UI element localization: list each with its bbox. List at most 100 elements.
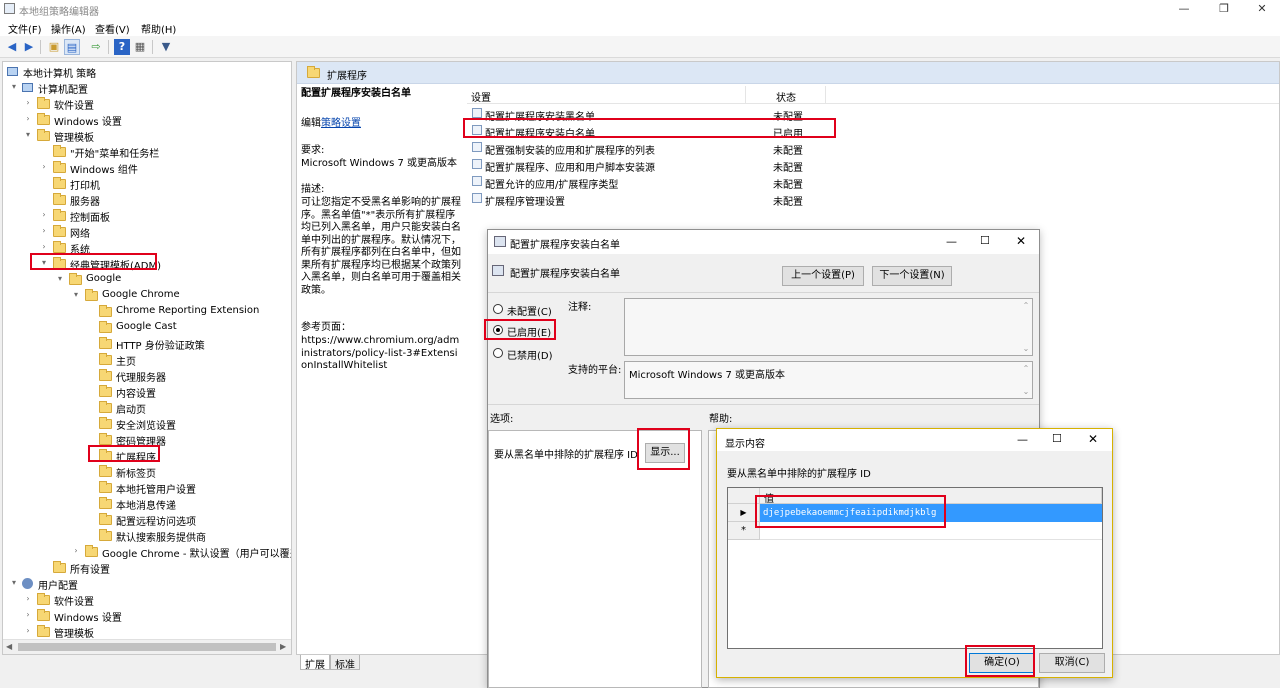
description-label: 描述:: [301, 184, 325, 195]
radio-enabled[interactable]: [493, 325, 503, 335]
up-folder-icon[interactable]: ▣: [46, 39, 62, 55]
folder-icon: [53, 241, 66, 253]
cancel-button[interactable]: 取消(C): [1039, 653, 1105, 673]
setting-row[interactable]: 配置扩展程序安装黑名单 未配置: [467, 105, 1279, 123]
comment-textarea[interactable]: ⌃ ⌄: [624, 298, 1033, 356]
folder-icon: [99, 305, 112, 317]
menu-view[interactable]: 查看(V): [95, 21, 130, 36]
minimize-icon[interactable]: —: [1017, 433, 1028, 446]
option-text: 要从黑名单中排除的扩展程序 ID: [494, 450, 638, 461]
tab-extended[interactable]: 扩展: [300, 655, 330, 671]
folder-icon: [37, 593, 50, 605]
policy-setting-icon: [472, 159, 482, 169]
export-list-icon[interactable]: ⇨: [88, 39, 104, 55]
reference-label: 参考页面：: [301, 322, 351, 333]
tree-horizontal-scrollbar[interactable]: ◀ ▶: [3, 639, 291, 654]
list-header: 设置 状态: [467, 86, 1279, 104]
chevron-down-icon[interactable]: ▾: [23, 130, 33, 139]
menu-file[interactable]: 文件(F): [8, 21, 42, 36]
close-icon[interactable]: ✕: [1016, 234, 1026, 248]
chevron-right-icon[interactable]: ›: [39, 210, 49, 219]
maximize-icon[interactable]: ☐: [980, 234, 990, 247]
folder-icon: [99, 369, 112, 381]
chevron-right-icon[interactable]: ›: [23, 114, 33, 123]
ok-button[interactable]: 确定(O): [969, 653, 1035, 673]
edit-policy-link[interactable]: 策略设置: [321, 118, 361, 129]
chevron-right-icon[interactable]: ›: [71, 546, 81, 555]
radio-not-configured-label[interactable]: 未配置(C): [507, 303, 552, 318]
folder-icon: [99, 337, 112, 349]
back-icon[interactable]: ◀: [4, 39, 20, 55]
column-value-header[interactable]: 值: [760, 488, 1102, 505]
setting-row-selected[interactable]: 配置扩展程序安装白名单 已启用: [467, 122, 1279, 140]
chevron-right-icon[interactable]: ›: [23, 626, 33, 635]
radio-disabled-label[interactable]: 已禁用(D): [507, 347, 553, 362]
setting-state: 未配置: [773, 146, 803, 157]
chevron-down-icon[interactable]: ▾: [9, 82, 19, 91]
menu-action[interactable]: 操作(A): [51, 21, 86, 36]
description-text: 可让您指定不受黑名单影响的扩展程序。黑名单值"*"表示所有扩展程序均已列入黑名单…: [301, 197, 461, 296]
platform-scrollbar[interactable]: ⌃ ⌄: [1020, 362, 1032, 398]
minimize-button[interactable]: —: [1168, 0, 1200, 18]
setting-row[interactable]: 配置允许的应用/扩展程序类型 未配置: [467, 173, 1279, 191]
chevron-down-icon[interactable]: ▾: [71, 290, 81, 299]
chevron-down-icon[interactable]: ▾: [55, 274, 65, 283]
chevron-right-icon[interactable]: ›: [39, 162, 49, 171]
radio-disabled[interactable]: [493, 348, 503, 358]
help-icon[interactable]: ?: [114, 39, 130, 55]
details-header-title: 扩展程序: [327, 71, 367, 82]
policy-setting-icon: [472, 142, 482, 152]
folder-icon: [99, 353, 112, 365]
tab-standard[interactable]: 标准: [330, 655, 360, 671]
chevron-right-icon[interactable]: ›: [39, 242, 49, 251]
properties-icon[interactable]: ▦: [132, 39, 148, 55]
maximize-button[interactable]: ❐: [1208, 0, 1240, 18]
grid-cell-value[interactable]: djejpebekaoemmcjfeaiipdikmdjkblg: [760, 504, 1102, 522]
prev-setting-button[interactable]: 上一个设置(P): [782, 266, 864, 286]
radio-enabled-label[interactable]: 已启用(E): [507, 324, 551, 339]
minimize-icon[interactable]: —: [946, 235, 957, 248]
chevron-right-icon[interactable]: ›: [23, 594, 33, 603]
grid-row-new[interactable]: *: [728, 522, 1102, 540]
chevron-right-icon[interactable]: ›: [39, 226, 49, 235]
filter-icon[interactable]: ▼: [158, 39, 174, 55]
next-setting-button[interactable]: 下一个设置(N): [872, 266, 952, 286]
folder-icon: [99, 497, 112, 509]
close-icon[interactable]: ✕: [1088, 432, 1098, 446]
chevron-right-icon[interactable]: ›: [23, 98, 33, 107]
menu-help[interactable]: 帮助(H): [141, 21, 176, 36]
forward-icon[interactable]: ▶: [21, 39, 37, 55]
grid-row[interactable]: ▶ djejpebekaoemmcjfeaiipdikmdjkblg: [728, 504, 1102, 522]
tree-item-extensions[interactable]: 扩展程序: [5, 448, 156, 464]
scroll-left-icon[interactable]: ◀: [6, 642, 12, 651]
show-button[interactable]: 显示...: [645, 443, 685, 463]
policy-tree: 本地计算机 策略 ▾ 计算机配置 › 软件设置 › Windows 设置 ▾ 管…: [2, 61, 292, 655]
column-setting[interactable]: 设置: [471, 89, 491, 104]
chevron-down-icon[interactable]: ▾: [9, 578, 19, 587]
column-state[interactable]: 状态: [776, 89, 796, 104]
row-selector-arrow-icon[interactable]: ▶: [728, 504, 760, 522]
grid-cell-empty[interactable]: [760, 522, 1102, 540]
comment-scrollbar[interactable]: ⌃ ⌄: [1020, 299, 1032, 355]
maximize-icon[interactable]: ☐: [1052, 432, 1062, 445]
folder-icon: [53, 561, 66, 573]
folder-icon: [53, 193, 66, 205]
new-row-asterisk-icon[interactable]: *: [728, 522, 760, 540]
setting-row[interactable]: 扩展程序管理设置 未配置: [467, 190, 1279, 208]
toolbar: ◀ ▶ ▣ ▤ ⇨ ? ▦ ▼: [0, 36, 1280, 58]
setting-row[interactable]: 配置强制安装的应用和扩展程序的列表 未配置: [467, 139, 1279, 157]
setting-name: 配置扩展程序安装白名单: [485, 129, 595, 140]
radio-not-configured[interactable]: [493, 304, 503, 314]
folder-icon: [85, 545, 98, 557]
scroll-right-icon[interactable]: ▶: [280, 642, 286, 651]
folder-icon: [99, 529, 112, 541]
show-hide-tree-icon[interactable]: ▤: [64, 39, 80, 55]
setting-name: 配置允许的应用/扩展程序类型: [485, 180, 619, 191]
setting-row[interactable]: 配置扩展程序、应用和用户脚本安装源 未配置: [467, 156, 1279, 174]
chevron-down-icon[interactable]: ▾: [39, 258, 49, 267]
row-header-corner: [728, 488, 760, 504]
close-button[interactable]: ✕: [1246, 0, 1278, 18]
dialog-heading: 配置扩展程序安装白名单: [510, 269, 620, 280]
scroll-thumb[interactable]: [18, 643, 276, 651]
chevron-right-icon[interactable]: ›: [23, 610, 33, 619]
